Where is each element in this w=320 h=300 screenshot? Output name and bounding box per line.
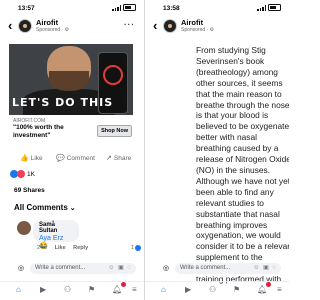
body-line: been able to find any xyxy=(196,186,274,197)
battery-icon xyxy=(123,4,136,11)
comment-like-link[interactable]: Like xyxy=(55,245,66,251)
page-avatar[interactable] xyxy=(163,19,177,33)
comment-icon: 💬 xyxy=(56,155,65,162)
watch-icon[interactable]: ▶ xyxy=(185,285,191,294)
write-comment-bar: ◎ Write a comment... ☺ ▣ ◌ xyxy=(0,263,144,275)
comment-likes[interactable]: 1 xyxy=(131,245,141,251)
post-actions: 👍 Like 💬 Comment ↗ Share xyxy=(0,152,144,166)
comment-reply-link[interactable]: Reply xyxy=(73,245,88,251)
signal-icon xyxy=(112,4,121,11)
camera-icon[interactable]: ◎ xyxy=(163,264,169,272)
comment-time: 24w xyxy=(37,245,48,251)
body-line: Although we have not yet xyxy=(196,175,289,186)
body-line: breathe through the nose xyxy=(196,99,289,110)
sticker-gif-icons[interactable]: ☺ ▣ ◌ xyxy=(108,264,132,271)
menu-icon[interactable]: ≡ xyxy=(277,285,282,294)
left-screen: 13:57 ‹ Airofit Sponsored · ⚙ ··· LET'S … xyxy=(0,0,144,300)
chevron-down-icon: ⌄ xyxy=(69,205,76,212)
battery-icon xyxy=(268,4,281,11)
bottom-nav: ⌂ ▶ ⚇ ⚑ 🔔︎ ≡ xyxy=(0,281,144,298)
sponsored-label: Sponsored · ⚙ xyxy=(36,27,70,33)
like-reaction-icon xyxy=(135,245,141,251)
sponsored-label: Sponsored · ⚙ xyxy=(181,27,215,33)
notifications-icon[interactable]: 🔔︎ xyxy=(257,282,272,294)
bottom-nav: ⌂ ▶ ⚇ ⚑ 🔔︎ ≡ xyxy=(145,281,289,298)
body-line: (breatheology) among xyxy=(196,66,278,77)
body-line: is that your blood is xyxy=(196,110,269,121)
status-bar: 13:58 xyxy=(145,2,289,14)
status-time: 13:58 xyxy=(163,5,180,12)
share-button[interactable]: ↗ Share xyxy=(106,154,131,162)
ad-link-bar[interactable]: AIROFIT.COM "100% worth the investment" … xyxy=(9,118,133,148)
ad-image-text: LET'S DO THIS xyxy=(12,96,114,109)
post-body-text: From studying Stig Severinsen's book (brea… xyxy=(196,45,289,285)
body-line: believed to be oxygenated xyxy=(196,121,289,132)
menu-icon[interactable]: ≡ xyxy=(132,285,137,294)
body-line: From studying Stig xyxy=(196,45,266,55)
body-line: consider it to be a relevant xyxy=(196,241,289,252)
commenter-avatar[interactable] xyxy=(17,221,31,235)
thumbs-up-icon: 👍 xyxy=(20,155,29,162)
sticker-gif-icons[interactable]: ☺ ▣ ◌ xyxy=(253,264,277,271)
body-line: Severinsen's book xyxy=(196,55,265,66)
reaction-summary[interactable]: 1K xyxy=(10,170,35,178)
body-line: oxygenation, we would xyxy=(196,230,281,241)
page-name[interactable]: Airofit xyxy=(36,18,58,27)
body-line: other sources, it seems xyxy=(196,77,283,88)
post-header: ‹ Airofit Sponsored · ⚙ xyxy=(145,17,289,37)
camera-icon[interactable]: ◎ xyxy=(18,264,24,272)
back-chevron-icon[interactable]: ‹ xyxy=(153,19,157,32)
more-icon[interactable]: ··· xyxy=(124,20,135,29)
comment-button[interactable]: 💬 Comment xyxy=(56,154,95,162)
body-line: (NO) in the sinuses. xyxy=(196,164,271,175)
status-time: 13:57 xyxy=(18,5,35,12)
groups-icon[interactable]: ⚇ xyxy=(209,285,216,294)
body-line: substantiate that nasal xyxy=(196,208,280,219)
reaction-count: 1K xyxy=(27,170,35,178)
body-line: release of Nitrogen Oxide xyxy=(196,154,289,165)
groups-icon[interactable]: ⚇ xyxy=(64,285,71,294)
comment-author[interactable]: Samå Sultan xyxy=(39,222,73,234)
body-line: better with nasal xyxy=(196,132,257,143)
comment-meta: 24w Like Reply xyxy=(37,245,88,251)
share-icon: ↗ xyxy=(106,155,112,162)
signal-icon xyxy=(257,4,266,11)
body-line: that the main reason to xyxy=(196,88,282,99)
comment-bubble: Samå Sultan Aya Erz 😂 xyxy=(33,220,79,250)
right-screen: 13:58 ‹ Airofit Sponsored · ⚙ From study… xyxy=(145,0,289,300)
post-header: ‹ Airofit Sponsored · ⚙ ··· xyxy=(0,17,144,37)
shop-now-button[interactable]: Shop Now xyxy=(97,125,132,137)
home-icon[interactable]: ⌂ xyxy=(161,285,166,294)
ad-title: "100% worth the investment" xyxy=(13,124,64,139)
body-line: supplement to the xyxy=(196,252,263,263)
flag-icon[interactable]: ⚑ xyxy=(88,285,95,294)
back-chevron-icon[interactable]: ‹ xyxy=(8,19,12,32)
watch-icon[interactable]: ▶ xyxy=(40,285,46,294)
share-count[interactable]: 69 Shares xyxy=(14,187,45,194)
notifications-icon[interactable]: 🔔︎ xyxy=(112,282,127,294)
flag-icon[interactable]: ⚑ xyxy=(233,285,240,294)
page-name[interactable]: Airofit xyxy=(181,18,203,27)
body-line: breathing improves xyxy=(196,219,268,230)
page-avatar[interactable] xyxy=(18,19,32,33)
comment-input[interactable]: Write a comment... ☺ ▣ ◌ xyxy=(30,263,136,274)
home-icon[interactable]: ⌂ xyxy=(16,285,21,294)
body-line: relevant studies to xyxy=(196,197,264,208)
status-bar: 13:57 xyxy=(0,2,144,14)
love-reaction-icon xyxy=(17,170,25,178)
like-button[interactable]: 👍 Like xyxy=(20,154,43,162)
all-comments-filter[interactable]: All Comments ⌄ xyxy=(14,203,76,212)
comment-input[interactable]: Write a comment... ☺ ▣ ◌ xyxy=(175,263,281,274)
ad-image[interactable]: LET'S DO THIS xyxy=(9,44,133,115)
body-line: breathing caused by a xyxy=(196,143,279,154)
write-comment-bar: ◎ Write a comment... ☺ ▣ ◌ xyxy=(145,263,289,275)
